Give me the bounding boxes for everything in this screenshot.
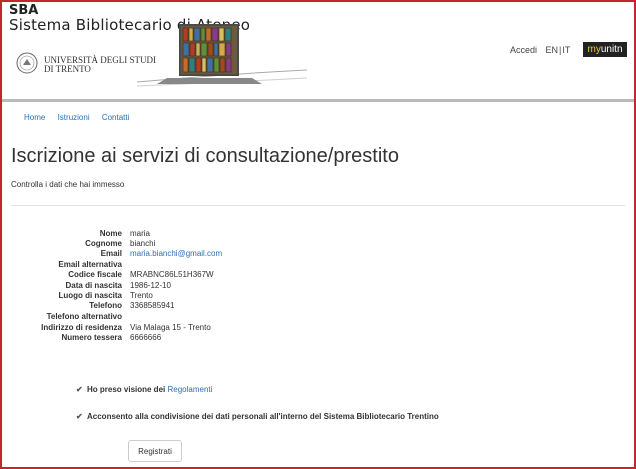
field-row-numero-tessera: Numero tessera 6666666 bbox=[2, 333, 162, 343]
nav-contatti-link[interactable]: Contatti bbox=[102, 113, 130, 122]
regolamenti-link[interactable]: Regolamenti bbox=[167, 385, 212, 394]
nav-istruzioni-link[interactable]: Istruzioni bbox=[58, 113, 90, 122]
field-label: Codice fiscale bbox=[68, 270, 122, 279]
consenso-checkbox[interactable]: ✔ bbox=[76, 413, 83, 421]
section-divider bbox=[11, 205, 625, 206]
field-value: MRABNC86L51H367W bbox=[130, 270, 214, 279]
field-value: 3368585941 bbox=[130, 301, 175, 310]
field-label: Cognome bbox=[85, 239, 122, 248]
header-divider bbox=[2, 99, 634, 102]
field-row-cognome: Cognome bianchi bbox=[2, 239, 155, 249]
nav-home-link[interactable]: Home bbox=[24, 113, 45, 122]
regolamenti-checkbox[interactable]: ✔ bbox=[76, 386, 83, 394]
regolamenti-checkbox-row: ✔ Ho preso visione dei Regolamenti bbox=[76, 385, 212, 394]
page-title: Iscrizione ai servizi di consultazione/p… bbox=[11, 145, 399, 167]
field-row-data-nascita: Data di nascita 1986-12-10 bbox=[2, 281, 171, 291]
language-it-link[interactable]: IT bbox=[562, 45, 570, 55]
field-label: Data di nascita bbox=[65, 281, 122, 290]
consenso-checkbox-row: ✔ Acconsento alla condivisione dei dati p… bbox=[76, 412, 439, 421]
field-row-indirizzo: Indirizzo di residenza Via Malaga 15 - T… bbox=[2, 323, 211, 333]
field-label: Telefono bbox=[89, 301, 122, 310]
field-label: Nome bbox=[99, 229, 122, 238]
field-value: maria bbox=[130, 229, 151, 238]
field-value: Via Malaga 15 - Trento bbox=[130, 323, 211, 332]
myunitn-prefix: my bbox=[587, 44, 601, 55]
regolamenti-label: Ho preso visione dei bbox=[87, 385, 166, 394]
field-label: Numero tessera bbox=[61, 333, 122, 342]
field-row-codice-fiscale: Codice fiscale MRABNC86L51H367W bbox=[2, 270, 213, 280]
field-value: 6666666 bbox=[130, 333, 162, 342]
login-link[interactable]: Accedi bbox=[510, 45, 537, 55]
registrati-button[interactable]: Registrati bbox=[128, 440, 182, 462]
main-nav: Home Istruzioni Contatti bbox=[24, 113, 139, 122]
field-row-telefono: Telefono 3368585941 bbox=[2, 301, 174, 311]
page-frame: SBA Sistema Bibliotecario di Ateneo UNIV… bbox=[0, 0, 636, 469]
field-label: Indirizzo di residenza bbox=[41, 323, 122, 332]
page-subtitle: Controlla i dati che hai immesso bbox=[11, 180, 125, 189]
field-value: bianchi bbox=[130, 239, 156, 248]
myunitn-button[interactable]: myunitn bbox=[583, 42, 627, 57]
field-row-nome: Nome maria bbox=[2, 229, 150, 239]
field-label: Telefono alternativo bbox=[46, 312, 122, 321]
field-label: Email alternativa bbox=[58, 260, 122, 269]
field-row-luogo-nascita: Luogo di nascita Trento bbox=[2, 291, 152, 301]
field-row-email: Email maria.bianchi@gmail.com bbox=[2, 249, 223, 259]
language-en-link[interactable]: EN bbox=[546, 45, 559, 55]
field-row-email-alternativa: Email alternativa bbox=[2, 260, 122, 270]
email-link[interactable]: maria.bianchi@gmail.com bbox=[130, 249, 222, 259]
consenso-label: Acconsento alla condivisione dei dati pe… bbox=[87, 412, 439, 421]
field-label: Luogo di nascita bbox=[58, 291, 122, 300]
library-banner-illustration bbox=[137, 24, 307, 87]
myunitn-suffix: unitn bbox=[600, 44, 623, 55]
field-label: Email bbox=[100, 249, 122, 258]
field-row-telefono-alternativo: Telefono alternativo bbox=[2, 312, 122, 322]
university-seal-icon bbox=[16, 52, 38, 74]
field-value: Trento bbox=[130, 291, 153, 300]
top-links: Accedi EN|IT bbox=[510, 45, 576, 55]
field-value: 1986-12-10 bbox=[130, 281, 171, 290]
